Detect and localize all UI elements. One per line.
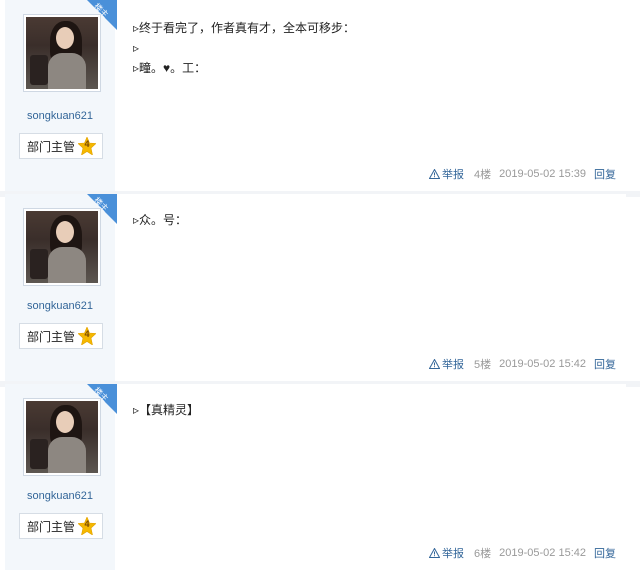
post: songkuan621 部门主管 4 楼主 ▹【真精灵】 举报 6楼 2019-…: [5, 384, 626, 570]
post-line: ▹: [133, 41, 140, 55]
reply-link[interactable]: 回复: [594, 356, 616, 372]
floor-number: 5楼: [474, 359, 492, 371]
username-link[interactable]: songkuan621: [5, 110, 115, 122]
owner-ribbon: 楼主: [87, 0, 117, 30]
star-badge-icon: 4: [77, 326, 97, 346]
post-content: ▹终于看完了，作者真有才，全本可移步： ▹ ▹疃。♥。工：: [133, 18, 616, 78]
star-badge-icon: 4: [77, 516, 97, 536]
star-badge-icon: 4: [77, 136, 97, 156]
report-link[interactable]: 举报: [429, 166, 464, 182]
rank-level: 4: [84, 139, 90, 149]
report-link[interactable]: 举报: [429, 356, 464, 372]
rank-badge: 部门主管 4: [19, 133, 103, 159]
username-link[interactable]: songkuan621: [5, 490, 115, 502]
rank-title: 部门主管: [27, 519, 76, 534]
warning-triangle-icon: [429, 359, 441, 369]
warning-triangle-icon: [429, 169, 441, 179]
floor-number: 4楼: [474, 169, 492, 181]
post-line: ▹【真精灵】: [133, 403, 200, 417]
report-label: 举报: [442, 359, 465, 371]
report-link[interactable]: 举报: [429, 545, 464, 561]
rank-badge: 部门主管 4: [19, 323, 103, 349]
post-time: 2019-05-02 15:42: [499, 547, 586, 559]
rank-title: 部门主管: [27, 139, 76, 154]
post-content: ▹众。号：: [133, 210, 616, 230]
post-content: ▹【真精灵】: [133, 400, 616, 420]
floor-number: 6楼: [474, 548, 492, 560]
post-meta: 举报 6楼 2019-05-02 15:42 回复: [429, 545, 616, 561]
post-time: 2019-05-02 15:42: [499, 358, 586, 370]
post-meta: 举报 5楼 2019-05-02 15:42 回复: [429, 356, 616, 372]
rank-badge: 部门主管 4: [19, 513, 103, 539]
rank-level: 4: [84, 519, 90, 529]
rank-title: 部门主管: [27, 329, 76, 344]
report-label: 举报: [442, 169, 465, 181]
post-meta: 举报 4楼 2019-05-02 15:39 回复: [429, 166, 616, 182]
warning-triangle-icon: [429, 548, 441, 558]
post: songkuan621 部门主管 4 楼主 ▹终于看完了，作者真有才，全本可移步…: [5, 0, 626, 192]
username-link[interactable]: songkuan621: [5, 300, 115, 312]
reply-link[interactable]: 回复: [594, 166, 616, 182]
post-line: ▹终于看完了，作者真有才，全本可移步：: [133, 21, 356, 35]
reply-link[interactable]: 回复: [594, 545, 616, 561]
report-label: 举报: [442, 548, 465, 560]
post-line: ▹众。号：: [133, 213, 188, 227]
post-time: 2019-05-02 15:39: [499, 168, 586, 180]
post: songkuan621 部门主管 4 楼主 ▹众。号： 举报 5楼 2019-0…: [5, 194, 626, 382]
owner-ribbon: 楼主: [87, 194, 117, 224]
rank-level: 4: [84, 329, 90, 339]
owner-ribbon: 楼主: [87, 384, 117, 414]
post-line: ▹疃。♥。工：: [133, 61, 207, 75]
